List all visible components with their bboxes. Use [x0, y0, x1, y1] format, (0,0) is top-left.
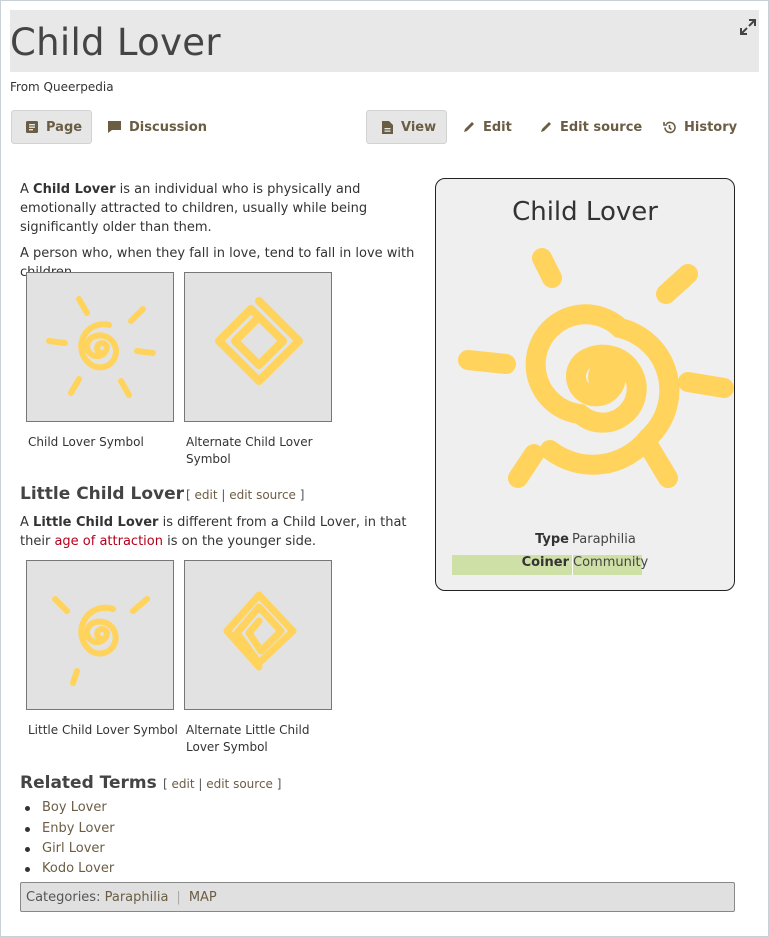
sun-spiral-icon	[46, 296, 156, 398]
tab-edit-label: Edit	[483, 119, 512, 135]
tab-view[interactable]: View	[366, 110, 447, 144]
thumb-little-child-lover-symbol[interactable]	[26, 560, 174, 710]
tab-edit[interactable]: Edit	[462, 110, 512, 144]
divider: |	[176, 889, 181, 905]
infobox-row-type: Type Paraphilia	[452, 532, 642, 552]
edit-link[interactable]: edit	[195, 488, 218, 502]
category-link[interactable]: Paraphilia	[105, 890, 169, 905]
caption-alternate-child-lover-symbol: Alternate Child Lover Symbol	[186, 435, 313, 466]
sun-spiral-icon	[52, 596, 150, 686]
caption-alternate-little-child-lover-symbol: Alternate Little Child Lover Symbol	[186, 723, 310, 754]
infobox-title: Child Lover	[512, 197, 658, 227]
history-icon	[663, 121, 676, 133]
thumb-alternate-little-child-lover-symbol[interactable]	[184, 560, 332, 710]
edit-source-link[interactable]: edit source	[206, 777, 273, 791]
sun-spiral-icon[interactable]	[456, 244, 736, 514]
tab-history[interactable]: History	[662, 110, 737, 144]
caption-little-child-lover-symbol: Little Child Lover Symbol	[28, 723, 178, 737]
tab-discussion-label: Discussion	[129, 119, 208, 135]
tab-discussion[interactable]: Discussion	[107, 110, 207, 144]
infobox-value: Paraphilia	[572, 532, 636, 547]
page-icon	[26, 121, 38, 133]
intro-paragraph: A Child Lover is an individual who is ph…	[20, 182, 368, 235]
related-term-link[interactable]: Kodo Lover	[24, 861, 114, 876]
expand-icon[interactable]	[739, 18, 757, 36]
document-icon	[382, 120, 393, 134]
categories-bar: Categories: Paraphilia | MAP	[20, 882, 735, 912]
infobox-key: Type	[535, 532, 569, 547]
edit-link[interactable]: edit	[172, 777, 195, 791]
section-edit-links: [ edit | edit source ]	[163, 777, 282, 791]
section-edit-links: [ edit | edit source ]	[186, 488, 305, 502]
category-link[interactable]: MAP	[189, 890, 217, 905]
categories-label: Categories:	[26, 889, 101, 905]
heading-related-terms: Related Terms	[20, 773, 157, 793]
pencil-icon	[464, 122, 474, 132]
caption-child-lover-symbol: Child Lover Symbol	[28, 435, 144, 449]
infobox: Child Lover Type Paraphilia Coiner Commu…	[435, 178, 735, 591]
site-subtitle: From Queerpedia	[10, 80, 114, 94]
little-child-lover-paragraph: A Little Child Lover is different from a…	[20, 515, 407, 549]
pencil-icon	[541, 122, 551, 132]
infobox-row-coiner: Coiner Community	[452, 555, 648, 575]
related-term-link[interactable]: Girl Lover	[25, 841, 105, 856]
tab-edit-source-label: Edit source	[560, 119, 643, 135]
infobox-key: Coiner	[521, 555, 569, 570]
tab-edit-source[interactable]: Edit source	[539, 110, 642, 144]
related-term-link[interactable]: Enby Lover	[25, 821, 115, 836]
diamond-spiral-icon	[223, 591, 297, 671]
speech-bubble-icon	[108, 121, 121, 133]
page-title: Child Lover	[10, 21, 221, 64]
little-child-lover-text: A Little Child Lover is different from a…	[20, 513, 425, 558]
tab-page-label: Page	[46, 119, 83, 135]
edit-source-link[interactable]: edit source	[229, 488, 296, 502]
tab-history-label: History	[684, 119, 738, 135]
age-of-attraction-link[interactable]: age of attraction	[54, 534, 163, 549]
diamond-spiral-icon	[215, 297, 303, 385]
thumb-alternate-child-lover-symbol[interactable]	[184, 272, 332, 422]
related-term-link[interactable]: Boy Lover	[25, 800, 107, 815]
infobox-value: Community	[572, 555, 648, 575]
heading-little-child-lover: Little Child Lover	[20, 484, 185, 504]
tab-page[interactable]: Page	[11, 110, 92, 144]
title-bar: Child Lover	[10, 10, 759, 72]
thumb-child-lover-symbol[interactable]	[26, 272, 174, 422]
tab-view-label: View	[401, 119, 437, 135]
